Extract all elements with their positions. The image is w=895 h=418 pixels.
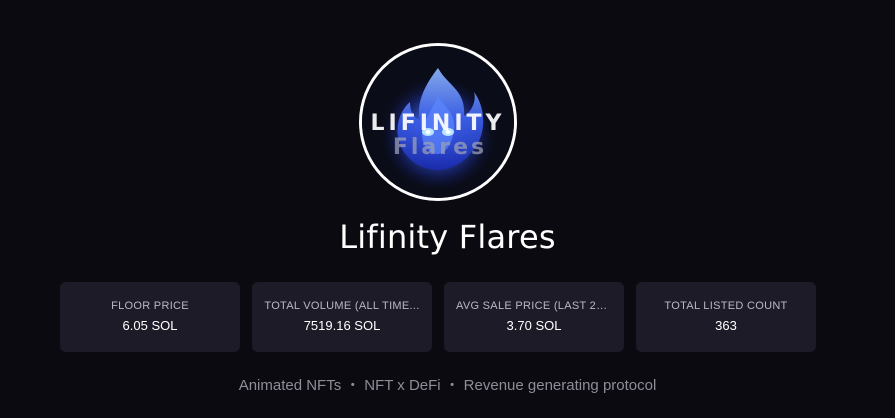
tag: NFT x DeFi <box>364 377 441 394</box>
collection-title: Lifinity Flares <box>339 218 556 256</box>
stat-card-total-listed: TOTAL LISTED COUNT 363 <box>636 282 816 352</box>
stat-card-avg-sale-price: AVG SALE PRICE (LAST 24... 3.70 SOL <box>444 282 624 352</box>
stat-card-total-volume: TOTAL VOLUME (ALL TIME... 7519.16 SOL <box>252 282 432 352</box>
tag-separator: ・ <box>345 377 361 394</box>
stat-value: 3.70 SOL <box>506 318 562 333</box>
stat-label: TOTAL VOLUME (ALL TIME... <box>264 300 420 312</box>
svg-text:Flares: Flares <box>393 135 487 160</box>
stat-value: 363 <box>715 318 737 333</box>
tag-separator: ・ <box>444 377 460 394</box>
stats-row: FLOOR PRICE 6.05 SOL TOTAL VOLUME (ALL T… <box>60 282 816 352</box>
stat-value: 7519.16 SOL <box>303 318 381 333</box>
stat-value: 6.05 SOL <box>122 318 178 333</box>
collection-tags: Animated NFTs ・ NFT x DeFi ・ Revenue generat… <box>0 374 895 395</box>
stat-label: FLOOR PRICE <box>111 300 189 312</box>
tag: Animated NFTs <box>238 377 342 394</box>
svg-text:LIFINITY: LIFINITY <box>371 111 506 136</box>
tag: Revenue generating protocol <box>463 377 657 394</box>
stat-label: TOTAL LISTED COUNT <box>664 300 788 312</box>
collection-avatar: LIFINITY Flares <box>359 43 517 201</box>
blue-flame-logo-icon: LIFINITY Flares <box>362 46 514 198</box>
stat-card-floor-price: FLOOR PRICE 6.05 SOL <box>60 282 240 352</box>
stat-label: AVG SALE PRICE (LAST 24... <box>456 300 612 312</box>
